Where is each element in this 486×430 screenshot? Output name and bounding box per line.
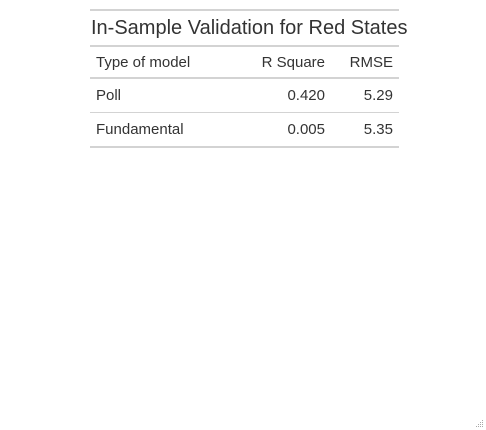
table-body: Poll 0.420 5.29 Fundamental 0.005 5.35 xyxy=(90,78,399,148)
cell-rmse: 5.35 xyxy=(331,112,399,148)
column-header-r-square: R Square xyxy=(245,47,331,79)
column-header-model: Type of model xyxy=(90,47,245,79)
cell-r-square: 0.005 xyxy=(245,112,331,148)
cell-model: Fundamental xyxy=(90,112,245,148)
table-header: Type of model R Square RMSE xyxy=(90,47,399,79)
table-title: In-Sample Validation for Red States xyxy=(90,9,407,47)
validation-table: Type of model R Square RMSE Poll 0.420 5… xyxy=(90,47,399,148)
cell-model: Poll xyxy=(90,78,245,113)
table-row: Poll 0.420 5.29 xyxy=(90,78,399,113)
header-row: Type of model R Square RMSE xyxy=(90,47,399,79)
table-row: Fundamental 0.005 5.35 xyxy=(90,112,399,148)
cell-r-square: 0.420 xyxy=(245,78,331,113)
cell-rmse: 5.29 xyxy=(331,78,399,113)
column-header-rmse: RMSE xyxy=(331,47,399,79)
table-container: In-Sample Validation for Red States Type… xyxy=(90,9,407,148)
resize-grip-icon[interactable] xyxy=(474,418,484,428)
